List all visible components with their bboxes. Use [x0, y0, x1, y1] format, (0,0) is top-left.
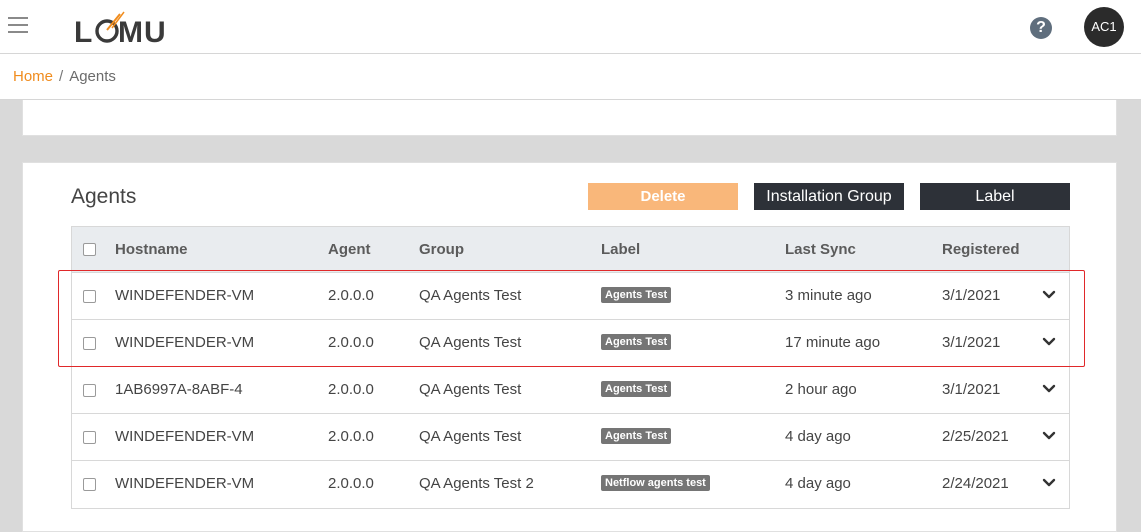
- chevron-down-icon[interactable]: [1042, 288, 1056, 302]
- label-badge: Netflow agents test: [601, 475, 710, 492]
- breadcrumb-home-link[interactable]: Home: [13, 68, 53, 85]
- row-registered: 3/1/2021: [942, 334, 1001, 351]
- top-panel: [22, 100, 1117, 136]
- row-checkbox[interactable]: [83, 290, 96, 303]
- row-checkbox[interactable]: [83, 431, 96, 444]
- row-group: QA Agents Test: [419, 287, 522, 304]
- row-hostname: WINDEFENDER-VM: [115, 334, 255, 351]
- row-last-sync: 2 hour ago: [785, 381, 857, 398]
- table-row[interactable]: WINDEFENDER-VM 2.0.0.0 QA Agents Test Ag…: [72, 320, 1069, 367]
- row-last-sync: 3 minute ago: [785, 287, 872, 304]
- label-badge: Agents Test: [601, 287, 672, 304]
- row-label: Agents Test: [601, 414, 672, 460]
- hamburger-icon[interactable]: [8, 17, 28, 33]
- lumu-logo[interactable]: L MU: [74, 10, 168, 49]
- column-header-registered[interactable]: Registered: [942, 227, 1020, 273]
- row-checkbox[interactable]: [83, 478, 96, 491]
- chevron-down-icon[interactable]: [1042, 382, 1056, 396]
- row-checkbox[interactable]: [83, 337, 96, 350]
- row-label: Netflow agents test: [601, 461, 710, 507]
- row-hostname: WINDEFENDER-VM: [115, 428, 255, 445]
- row-agent-version: 2.0.0.0: [328, 428, 374, 445]
- page-title: Agents: [71, 185, 137, 208]
- row-label: Agents Test: [601, 367, 672, 413]
- breadcrumb: Home / Agents: [0, 54, 1141, 100]
- installation-group-button[interactable]: Installation Group: [754, 183, 904, 210]
- label-badge: Agents Test: [601, 334, 672, 351]
- avatar[interactable]: AC1: [1084, 7, 1124, 47]
- chevron-down-icon[interactable]: [1042, 335, 1056, 349]
- breadcrumb-current: Agents: [69, 68, 116, 85]
- row-hostname: WINDEFENDER-VM: [115, 287, 255, 304]
- row-last-sync: 4 day ago: [785, 475, 851, 492]
- help-icon[interactable]: ?: [1030, 17, 1052, 39]
- row-agent-version: 2.0.0.0: [328, 287, 374, 304]
- row-hostname: WINDEFENDER-VM: [115, 475, 255, 492]
- label-badge: Agents Test: [601, 381, 672, 398]
- row-hostname: 1AB6997A-8ABF-4: [115, 381, 243, 398]
- row-last-sync: 4 day ago: [785, 428, 851, 445]
- table-row[interactable]: WINDEFENDER-VM 2.0.0.0 QA Agents Test Ag…: [72, 414, 1069, 461]
- row-group: QA Agents Test: [419, 428, 522, 445]
- chevron-down-icon[interactable]: [1042, 429, 1056, 443]
- row-group: QA Agents Test: [419, 381, 522, 398]
- row-label: Agents Test: [601, 320, 672, 366]
- row-group: QA Agents Test 2: [419, 475, 534, 492]
- row-label: Agents Test: [601, 273, 672, 319]
- column-header-hostname[interactable]: Hostname: [115, 227, 188, 273]
- label-button[interactable]: Label: [920, 183, 1070, 210]
- column-header-group[interactable]: Group: [419, 227, 464, 273]
- row-registered: 3/1/2021: [942, 287, 1001, 304]
- row-checkbox[interactable]: [83, 384, 96, 397]
- label-badge: Agents Test: [601, 428, 672, 445]
- agents-panel: Agents Delete Installation Group Label H…: [22, 162, 1117, 532]
- chevron-down-icon[interactable]: [1042, 476, 1056, 490]
- row-agent-version: 2.0.0.0: [328, 475, 374, 492]
- column-header-agent[interactable]: Agent: [328, 227, 371, 273]
- table-row[interactable]: 1AB6997A-8ABF-4 2.0.0.0 QA Agents Test A…: [72, 367, 1069, 414]
- table-header: Hostname Agent Group Label Last Sync Reg…: [72, 227, 1069, 273]
- row-agent-version: 2.0.0.0: [328, 381, 374, 398]
- svg-text:L: L: [74, 16, 93, 46]
- table-row[interactable]: WINDEFENDER-VM 2.0.0.0 QA Agents Test 2 …: [72, 461, 1069, 508]
- column-header-label[interactable]: Label: [601, 227, 640, 273]
- svg-text:MU: MU: [118, 16, 167, 46]
- row-last-sync: 17 minute ago: [785, 334, 881, 351]
- breadcrumb-separator: /: [59, 68, 64, 85]
- select-all-checkbox[interactable]: [83, 243, 96, 256]
- row-group: QA Agents Test: [419, 334, 522, 351]
- column-header-last-sync[interactable]: Last Sync: [785, 227, 856, 273]
- top-bar: L MU ? AC1: [0, 0, 1141, 54]
- agents-table: Hostname Agent Group Label Last Sync Reg…: [71, 226, 1070, 509]
- delete-button[interactable]: Delete: [588, 183, 738, 210]
- row-agent-version: 2.0.0.0: [328, 334, 374, 351]
- row-registered: 3/1/2021: [942, 381, 1001, 398]
- row-registered: 2/25/2021: [942, 428, 1009, 445]
- table-row[interactable]: WINDEFENDER-VM 2.0.0.0 QA Agents Test Ag…: [72, 273, 1069, 320]
- row-registered: 2/24/2021: [942, 475, 1009, 492]
